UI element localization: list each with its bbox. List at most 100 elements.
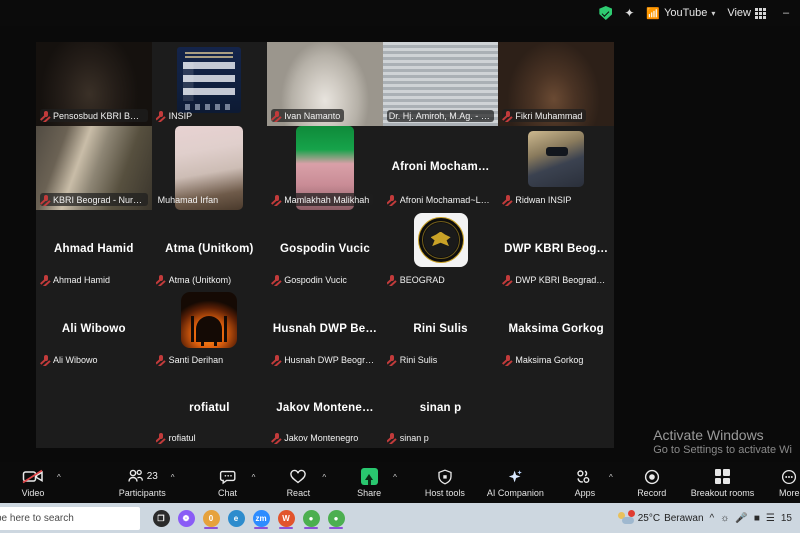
apps-button[interactable]: Apps: [562, 468, 608, 498]
video-off-icon: [22, 468, 44, 486]
participant-tile[interactable]: Ridwan INSIP: [498, 126, 614, 210]
participant-name-label: BEOGRAD: [387, 273, 449, 286]
participant-display-name: Rini Sulis: [383, 323, 499, 335]
participant-tile[interactable]: INSIP: [152, 42, 268, 126]
participant-name-label: Ridwan INSIP: [502, 193, 575, 206]
participant-tile[interactable]: Pensosbud KBRI Beograd …: [36, 42, 152, 126]
apps-options-chevron-icon[interactable]: ^: [609, 468, 613, 482]
chat-options-chevron-icon[interactable]: ^: [252, 468, 256, 482]
participant-name-label: Santi Derihan: [156, 353, 228, 366]
participant-tile[interactable]: Muhamad Irfan: [152, 126, 268, 210]
windows-taskbar: pe here to search ❐ ❁ ὜0 e zm W ● ● 25°C Berawa…: [0, 503, 800, 533]
chrome-profile-icon[interactable]: ●: [325, 506, 347, 530]
breakout-rooms-button[interactable]: Breakout rooms: [687, 468, 759, 498]
participant-name-text: Gospodin Vucic: [284, 275, 347, 285]
participant-name-label: Husnah DWP Beograd: [271, 353, 379, 366]
participant-display-name: Afroni Mocham…: [383, 161, 499, 173]
participant-tile[interactable]: Afroni Mocham… Afroni Mochamad~LPPM INSIP: [383, 126, 499, 210]
mic-off-icon: [504, 110, 512, 121]
wps-office-icon[interactable]: W: [275, 506, 297, 530]
participant-tile[interactable]: KBRI Beograd - Nurus Syamsi: [36, 126, 152, 210]
react-button[interactable]: React: [275, 468, 321, 498]
weather-widget[interactable]: 25°C Berawan: [618, 512, 704, 525]
mic-off-icon: [158, 274, 166, 285]
show-hidden-icons-chevron-icon[interactable]: ^: [710, 513, 715, 524]
view-button[interactable]: View: [727, 7, 766, 19]
ai-companion-top-button[interactable]: ✦: [624, 7, 634, 19]
participant-tile[interactable]: sinan p sinan p: [383, 370, 499, 448]
chrome-icon[interactable]: ●: [300, 506, 322, 530]
participant-name-text: KBRI Beograd - Nurus Syamsi: [53, 195, 144, 205]
participant-tile[interactable]: Husnah DWP Be… Husnah DWP Beograd: [267, 290, 383, 370]
participant-name-text: rofiatul: [169, 433, 196, 443]
more-button[interactable]: More: [766, 468, 800, 498]
weather-temperature: 25°C: [638, 513, 660, 524]
heart-icon: [289, 468, 307, 486]
mic-off-icon: [42, 274, 50, 285]
participant-tile[interactable]: Santi Derihan: [152, 290, 268, 370]
participant-tile[interactable]: Jakov Montene… Jakov Montenegro: [267, 370, 383, 448]
participant-name-label: Ali Wibowo: [40, 353, 102, 366]
task-view-icon[interactable]: ❐: [150, 506, 172, 530]
participant-tile[interactable]: Fikri Muhammad: [498, 42, 614, 126]
chrome-profile-icon-glyph: ●: [328, 510, 345, 527]
microphone-tray-icon[interactable]: 🎤: [735, 513, 747, 524]
participants-options-chevron-icon[interactable]: ^: [171, 468, 175, 482]
participant-name-label: rofiatul: [156, 431, 200, 444]
mic-off-icon: [504, 274, 512, 285]
edge-icon[interactable]: e: [225, 506, 247, 530]
participant-tile[interactable]: BEOGRAD: [383, 210, 499, 290]
clock[interactable]: 15: [781, 513, 792, 524]
battery-tray-icon[interactable]: ■: [754, 513, 760, 524]
breakout-rooms-icon: [715, 468, 730, 486]
share-options-chevron-icon[interactable]: ^: [393, 468, 397, 482]
mic-off-icon: [273, 110, 281, 121]
mic-off-icon: [389, 432, 397, 443]
participant-tile[interactable]: DWP KBRI Beog… DWP KBRI Beograd-Anggi Wd: [498, 210, 614, 290]
participant-name-text: sinan p: [400, 433, 429, 443]
participant-name-text: Maksima Gorkog: [515, 355, 583, 365]
security-indicator[interactable]: [599, 6, 612, 20]
participant-tile[interactable]: Ahmad Hamid Ahmad Hamid: [36, 210, 152, 290]
participant-tile[interactable]: Maksima Gorkog Maksima Gorkog: [498, 290, 614, 370]
participants-button[interactable]: 23 Participants: [115, 468, 170, 498]
chat-button[interactable]: Chat: [205, 468, 251, 498]
react-options-chevron-icon[interactable]: ^: [322, 468, 326, 482]
participant-display-name: Ahmad Hamid: [36, 243, 152, 255]
participant-tile[interactable]: Atma (Unitkom) Atma (Unitkom): [152, 210, 268, 290]
youtube-livestream-button[interactable]: 📶 YouTube ▾: [646, 7, 715, 20]
video-options-chevron-icon[interactable]: ^: [57, 468, 61, 482]
participant-tile[interactable]: Dr. Hj. Amiroh, M.Ag. - Rektor IN…: [383, 42, 499, 126]
file-explorer-icon[interactable]: ὜0: [200, 506, 222, 530]
network-tray-icon[interactable]: ☰: [766, 513, 775, 524]
participant-tile[interactable]: Ali Wibowo Ali Wibowo: [36, 290, 152, 370]
minimize-button[interactable]: –: [778, 7, 794, 19]
record-button[interactable]: Record: [629, 468, 675, 498]
taskbar-active-indicator: [254, 527, 268, 529]
search-input[interactable]: pe here to search: [0, 507, 140, 530]
participant-name-label: Maksima Gorkog: [502, 353, 587, 366]
taskbar-active-indicator: [329, 527, 343, 529]
ai-companion-group: AI Companion: [483, 468, 548, 498]
youtube-label: YouTube: [664, 7, 707, 19]
zoom-icon[interactable]: zm: [250, 506, 272, 530]
video-button[interactable]: Video: [10, 468, 56, 498]
mic-off-icon: [273, 354, 281, 365]
participant-tile[interactable]: [498, 370, 614, 448]
participant-tile[interactable]: Ivan Namanto: [267, 42, 383, 126]
participant-tile[interactable]: Gospodin Vucic Gospodin Vucic: [267, 210, 383, 290]
camera-tray-icon[interactable]: ☼: [720, 513, 729, 524]
participant-tile[interactable]: rofiatul rofiatul: [152, 370, 268, 448]
host-tools-button[interactable]: Host tools: [421, 468, 469, 498]
participant-tile[interactable]: Mamlakhah Malikhah: [267, 126, 383, 210]
share-button[interactable]: Share: [346, 468, 392, 498]
participant-display-name: rofiatul: [152, 402, 268, 414]
ai-companion-button[interactable]: AI Companion: [483, 468, 548, 498]
participant-tile[interactable]: Rini Sulis Rini Sulis: [383, 290, 499, 370]
participant-tile[interactable]: [36, 370, 152, 448]
mic-off-icon: [273, 274, 281, 285]
share-screen-icon: [361, 468, 378, 486]
participant-display-name: Maksima Gorkog: [498, 323, 614, 335]
copilot-icon[interactable]: ❁: [175, 506, 197, 530]
taskbar-active-indicator: [304, 527, 318, 529]
